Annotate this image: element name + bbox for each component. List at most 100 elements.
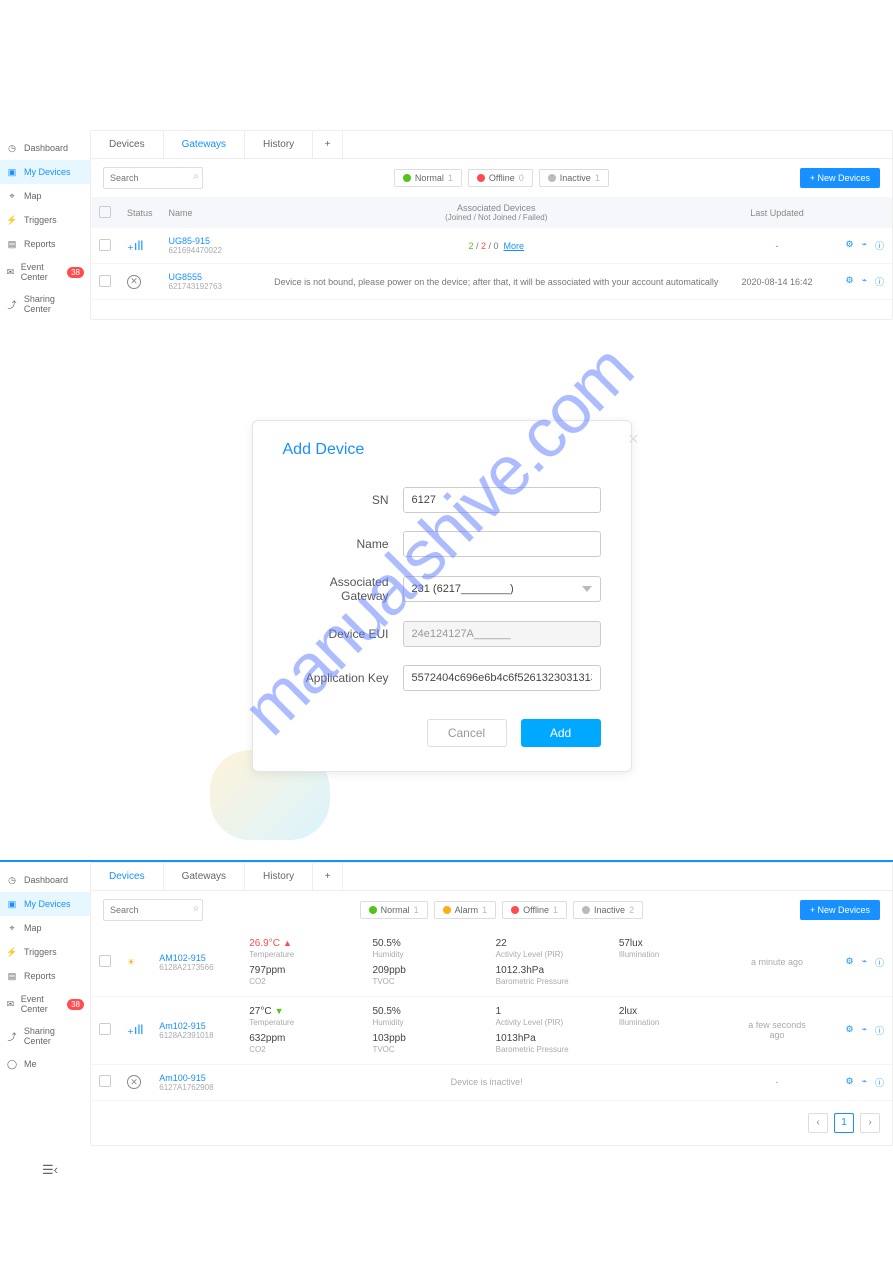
page-1[interactable]: 1	[834, 1113, 854, 1133]
close-icon[interactable]: ×	[628, 429, 639, 450]
search-input[interactable]	[103, 899, 203, 921]
settings-icon[interactable]: ⚙	[845, 1024, 853, 1037]
info-icon[interactable]: ⓘ	[875, 1076, 884, 1089]
info-icon[interactable]: ⓘ	[875, 275, 884, 288]
sidebar-item-label: Event Center	[21, 262, 59, 282]
device-link[interactable]: UG8555	[169, 272, 253, 282]
page-next[interactable]: ›	[860, 1113, 880, 1133]
chart-icon[interactable]: ⌁	[862, 239, 867, 252]
sidebar-item-mail[interactable]: ✉Event Center38	[0, 256, 90, 288]
sidebar-item-trigger[interactable]: ⚡Triggers	[0, 940, 90, 964]
key-label: Application Key	[283, 671, 403, 685]
tab-history[interactable]: History	[245, 863, 313, 890]
chevron-down-icon	[582, 586, 592, 592]
search-icon[interactable]: ⌕	[193, 171, 199, 182]
last-updated: a few seconds ago	[732, 996, 822, 1064]
sensor-cell: 27°C▼Temperature	[249, 1005, 354, 1028]
key-input[interactable]	[403, 665, 601, 691]
checkbox-all[interactable]	[99, 206, 111, 218]
eui-input	[403, 621, 601, 647]
sidebar-item-user[interactable]: ◯Me	[0, 1052, 90, 1076]
row-checkbox[interactable]	[99, 239, 111, 251]
tab-devices[interactable]: Devices	[91, 131, 164, 158]
last-updated: -	[732, 1064, 822, 1100]
table-row: ✕Am100-9156127A1762908Device is inactive…	[91, 1064, 892, 1100]
tab-gateways[interactable]: Gateways	[164, 131, 245, 158]
tab-add[interactable]: +	[313, 131, 343, 158]
trigger-icon: ⚡	[6, 946, 18, 958]
user-icon: ◯	[6, 1058, 18, 1070]
sidebar-item-share[interactable]: ⤴Sharing Center	[0, 1020, 90, 1052]
gateway-select[interactable]: 231 (6217________)	[403, 576, 601, 602]
sidebar-item-gauge[interactable]: ◷Dashboard	[0, 136, 90, 160]
row-checkbox[interactable]	[99, 1075, 111, 1087]
arrow-down-icon: ▼	[275, 1006, 284, 1016]
device-link[interactable]: AM102-915	[159, 953, 233, 963]
sn-label: SN	[283, 493, 403, 507]
name-input[interactable]	[403, 531, 601, 557]
info-icon[interactable]: ⓘ	[875, 956, 884, 969]
sidebar-item-label: Reports	[24, 971, 56, 981]
filter-inactive[interactable]: Inactive2	[573, 901, 643, 919]
filter-alarm[interactable]: Alarm1	[434, 901, 497, 919]
alarm-icon: ☀	[127, 957, 135, 967]
tab-devices[interactable]: Devices	[91, 863, 164, 890]
gateway-table: Status Name Associated Devices (Joined /…	[91, 197, 892, 300]
chart-icon[interactable]: ⌁	[862, 956, 867, 969]
name-label: Name	[283, 537, 403, 551]
signal-icon: ₊ıll	[127, 1022, 143, 1037]
tab-gateways[interactable]: Gateways	[164, 863, 245, 890]
cancel-button[interactable]: Cancel	[427, 719, 507, 747]
device-link[interactable]: Am100-915	[159, 1073, 233, 1083]
add-button[interactable]: Add	[521, 719, 601, 747]
sidebar-item-device[interactable]: ▣My Devices	[0, 892, 90, 916]
tab-add[interactable]: +	[313, 863, 343, 890]
sidebar-item-trigger[interactable]: ⚡Triggers	[0, 208, 90, 232]
sidebar-item-label: My Devices	[24, 167, 71, 177]
tab-history[interactable]: History	[245, 131, 313, 158]
info-icon[interactable]: ⓘ	[875, 239, 884, 252]
filter-normal[interactable]: Normal1	[394, 169, 462, 187]
offline-dot-icon	[477, 174, 485, 182]
settings-icon[interactable]: ⚙	[845, 956, 853, 969]
sidebar-collapse-icon[interactable]: ☰‹	[0, 1154, 893, 1178]
map-icon: ⌖	[6, 922, 18, 934]
chart-icon[interactable]: ⌁	[862, 1024, 867, 1037]
sidebar-item-mail[interactable]: ✉Event Center38	[0, 988, 90, 1020]
sidebar-item-gauge[interactable]: ◷Dashboard	[0, 868, 90, 892]
tabs: DevicesGatewaysHistory+	[91, 131, 892, 159]
device-link[interactable]: Am102-915	[159, 1021, 233, 1031]
sidebar-item-report[interactable]: ▤ Reports	[0, 964, 90, 988]
device-link[interactable]: UG85-915	[169, 236, 253, 246]
settings-icon[interactable]: ⚙	[845, 1076, 853, 1089]
sn-input[interactable]	[403, 487, 601, 513]
chart-icon[interactable]: ⌁	[862, 1076, 867, 1089]
sensor-cell: 1Activity Level (PIR)	[496, 1005, 601, 1028]
filter-normal[interactable]: Normal1	[360, 901, 428, 919]
row-checkbox[interactable]	[99, 1023, 111, 1035]
sidebar-item-map[interactable]: ⌖Map	[0, 916, 90, 940]
report-icon: ▤	[6, 970, 18, 982]
filter-inactive[interactable]: Inactive1	[539, 169, 609, 187]
new-devices-button[interactable]: + New Devices	[800, 168, 880, 188]
page-prev[interactable]: ‹	[808, 1113, 828, 1133]
filter-offline[interactable]: Offline1	[502, 901, 567, 919]
info-icon[interactable]: ⓘ	[875, 1024, 884, 1037]
search-input[interactable]	[103, 167, 203, 189]
search-icon[interactable]: ⌕	[193, 903, 199, 914]
row-checkbox[interactable]	[99, 275, 111, 287]
sidebar-item-device[interactable]: ▣My Devices	[0, 160, 90, 184]
settings-icon[interactable]: ⚙	[845, 275, 853, 288]
settings-icon[interactable]: ⚙	[845, 239, 853, 252]
more-link[interactable]: More	[504, 241, 525, 251]
sidebar-item-share[interactable]: ⤴Sharing Center	[0, 288, 90, 320]
sidebar-item-report[interactable]: ▤Reports	[0, 232, 90, 256]
row-checkbox[interactable]	[99, 955, 111, 967]
sidebar-item-map[interactable]: ⌖Map	[0, 184, 90, 208]
filter-offline[interactable]: Offline0	[468, 169, 533, 187]
chart-icon[interactable]: ⌁	[862, 275, 867, 288]
sensor-cell: 26.9°C▲Temperature	[249, 937, 354, 960]
eui-label: Device EUI	[283, 627, 403, 641]
new-devices-button[interactable]: + New Devices	[800, 900, 880, 920]
mail-icon: ✉	[6, 998, 15, 1010]
